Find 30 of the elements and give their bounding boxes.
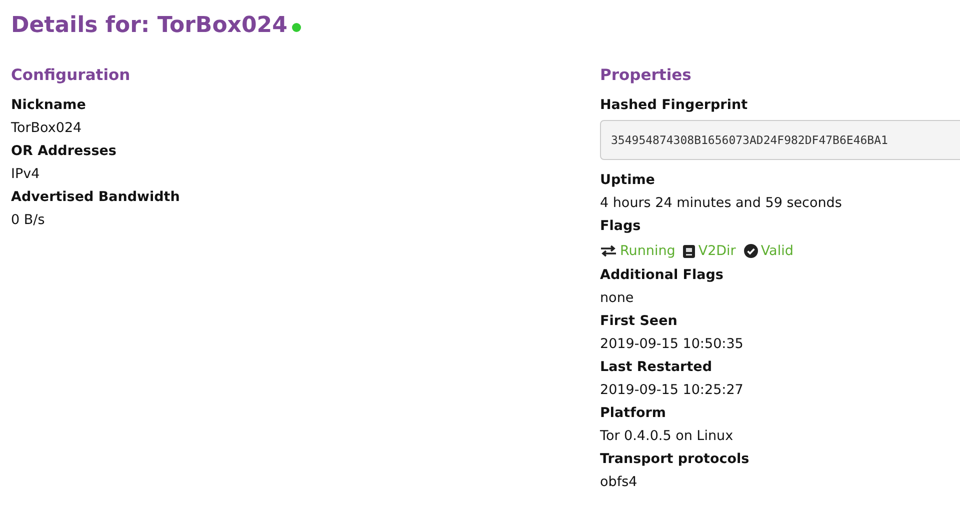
field-value: IPv4 [11,165,40,184]
field-label: First Seen [600,312,678,331]
field-value: 4 hours 24 minutes and 59 seconds [600,194,842,213]
flag-label: V2Dir [698,243,736,259]
field-value: TorBox024 [11,119,82,138]
section-heading: Properties [600,65,692,86]
field-label: Last Restarted [600,358,712,377]
section-heading: Configuration [11,65,130,86]
page-title: Details for: TorBox024 [11,12,288,38]
field-label: Transport protocols [600,450,750,469]
fingerprint-field: 354954874308B1656073AD24F982DF47B6E46BA1 [600,120,960,160]
flag-label: Running [620,243,676,259]
field-value: 2019-09-15 10:50:35 [600,335,744,354]
field-label: Flags [600,217,641,236]
field-label: Hashed Fingerprint [600,96,748,115]
check-circle-icon [744,244,758,258]
flag-label: Valid [760,243,794,259]
field-label: OR Addresses [11,142,116,161]
field-value: 0 B/s [11,211,45,230]
directory-icon [683,244,696,258]
field-label: Additional Flags [600,266,724,285]
field-label: Nickname [11,96,86,115]
field-value: none [600,289,634,308]
field-label: Uptime [600,171,655,190]
field-value: Tor 0.4.0.5 on Linux [600,427,734,446]
field-value: obfs4 [600,473,638,492]
field-label: Advertised Bandwidth [11,188,180,207]
field-label: Platform [600,404,666,423]
swap-arrows-icon [600,245,617,257]
field-value: 2019-09-15 10:25:27 [600,381,744,400]
